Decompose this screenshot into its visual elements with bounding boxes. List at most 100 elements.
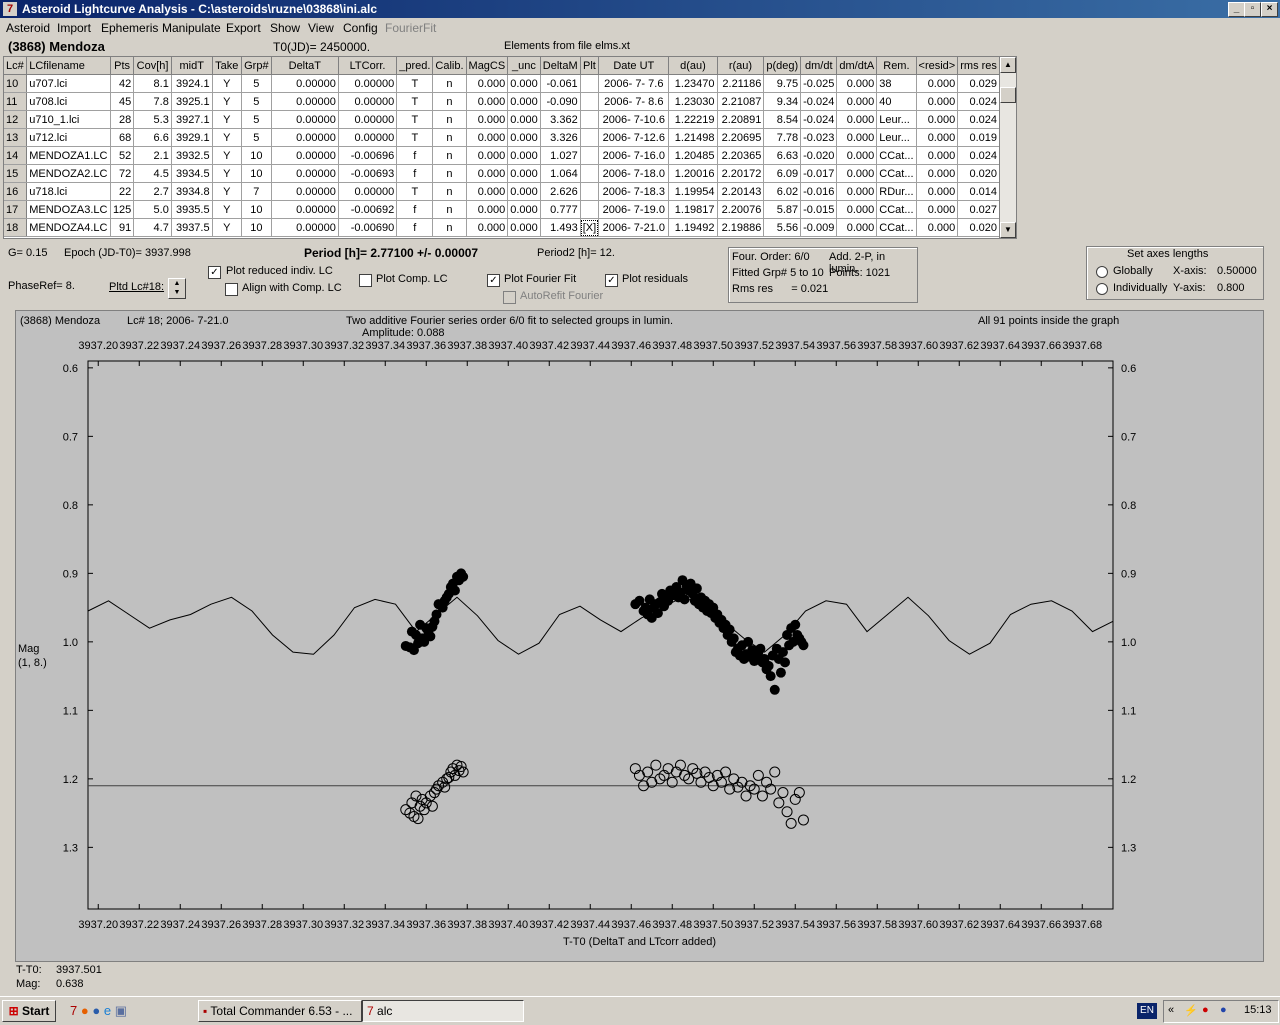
table-cell[interactable]: T	[396, 128, 434, 147]
menu-import[interactable]: Import	[57, 21, 91, 35]
table-cell[interactable]: 10	[241, 218, 272, 237]
tray-expand-icon[interactable]: «	[1168, 1004, 1174, 1016]
column-header[interactable]: DeltaT	[271, 57, 339, 75]
table-cell[interactable]: 91	[110, 218, 135, 237]
table-cell[interactable]: 68	[110, 128, 135, 147]
table-cell[interactable]: Leur...	[876, 110, 917, 129]
table-cell[interactable]: -0.00696	[338, 146, 398, 165]
column-header[interactable]: <resid>	[916, 57, 959, 75]
row-header[interactable]: 17	[4, 200, 28, 219]
table-cell[interactable]: 0.020	[957, 218, 1000, 237]
table-cell[interactable]: -0.020	[800, 146, 838, 165]
column-header[interactable]: rms res	[957, 57, 1000, 75]
table-cell[interactable]: 2006- 7-19.0	[598, 200, 670, 219]
table-cell[interactable]: n	[432, 146, 467, 165]
column-header[interactable]: Lc#	[4, 57, 28, 75]
table-cell[interactable]: -0.009	[800, 218, 838, 237]
column-header[interactable]: LTCorr.	[338, 57, 398, 75]
column-header[interactable]: Date UT	[598, 57, 670, 75]
table-cell[interactable]: 2.20076	[717, 200, 765, 219]
lightcurve-chart[interactable]: 3937.203937.203937.223937.223937.243937.…	[16, 311, 1263, 961]
tray-app-icon[interactable]: ●	[1202, 1004, 1209, 1016]
table-cell[interactable]: f	[396, 218, 434, 237]
table-cell[interactable]: 0.000	[836, 92, 878, 111]
table-row[interactable]: 18 MENDOZA4.LC 91 4.7 3937.5 Y 10 0.00000 -0.006…	[4, 218, 1000, 237]
row-header[interactable]: 13	[4, 128, 28, 147]
row-header[interactable]: 14	[4, 146, 28, 165]
table-cell[interactable]: 0.000	[836, 200, 878, 219]
table-cell[interactable]: 7	[241, 182, 272, 201]
table-cell[interactable]: 0.000	[916, 200, 959, 219]
table-cell[interactable]: MENDOZA2.LC	[26, 164, 111, 183]
table-cell[interactable]: 0.024	[957, 92, 1000, 111]
table-row[interactable]: 11 u708.lci 45 7.8 3925.1 Y 5 0.00000 0.00000 Tn 0…	[4, 92, 1000, 111]
table-cell[interactable]: 0.000	[466, 110, 509, 129]
table-cell[interactable]: 0.00000	[338, 110, 398, 129]
table-cell[interactable]: 0.024	[957, 146, 1000, 165]
table-cell[interactable]: Y	[212, 74, 242, 93]
table-cell[interactable]: 2.21186	[717, 74, 765, 93]
table-cell[interactable]: 0.000	[507, 200, 541, 219]
table-cell[interactable]: 1.23030	[668, 92, 718, 111]
table-cell[interactable]: 2006- 7-21.0	[598, 218, 670, 237]
table-cell[interactable]: 5.3	[133, 110, 172, 129]
table-cell[interactable]	[580, 182, 600, 201]
table-cell[interactable]: MENDOZA4.LC	[26, 218, 111, 237]
language-indicator[interactable]: EN	[1137, 1003, 1157, 1019]
table-row[interactable]: 17 MENDOZA3.LC 125 5.0 3935.5 Y 10 0.00000 -0.00…	[4, 200, 1000, 219]
table-cell[interactable]: 1.23470	[668, 74, 718, 93]
table-cell[interactable]: 2.20143	[717, 182, 765, 201]
table-cell[interactable]: 1.064	[540, 164, 581, 183]
table-cell[interactable]: Y	[212, 128, 242, 147]
table-cell[interactable]: 0.00000	[338, 128, 398, 147]
table-cell[interactable]: 4.7	[133, 218, 172, 237]
table-cell[interactable]: 3.362	[540, 110, 581, 129]
table-cell[interactable]: 5	[241, 110, 272, 129]
table-cell[interactable]: RDur...	[876, 182, 917, 201]
table-cell[interactable]: 5	[241, 92, 272, 111]
table-cell[interactable]: 0.00000	[271, 164, 339, 183]
table-cell[interactable]: 0.000	[836, 218, 878, 237]
table-cell[interactable]: f	[396, 164, 434, 183]
table-cell[interactable]: 3925.1	[171, 92, 213, 111]
table-cell[interactable]: 0.029	[957, 74, 1000, 93]
desktop-icon[interactable]: ▣	[115, 1003, 127, 1018]
table-cell[interactable]: 0.027	[957, 200, 1000, 219]
plot-panel[interactable]: (3868) Mendoza Lc# 18; 2006- 7-21.0 Two …	[15, 310, 1264, 962]
table-cell[interactable]: 3927.1	[171, 110, 213, 129]
table-cell[interactable]: 10	[241, 200, 272, 219]
table-cell[interactable]: 0.00000	[271, 200, 339, 219]
table-cell[interactable]: 0.024	[957, 110, 1000, 129]
table-cell[interactable]: -0.015	[800, 200, 838, 219]
alc-launch-icon[interactable]: 7	[70, 1003, 77, 1018]
table-cell[interactable]: 2006- 7-18.3	[598, 182, 670, 201]
table-cell[interactable]: 0.000	[916, 146, 959, 165]
table-cell[interactable]: u707.lci	[26, 74, 111, 93]
table-cell[interactable]: n	[432, 74, 467, 93]
table-cell[interactable]: 2.626	[540, 182, 581, 201]
table-cell[interactable]: Y	[212, 200, 242, 219]
table-cell[interactable]: T	[396, 74, 434, 93]
column-header[interactable]: MagCS	[466, 57, 509, 75]
table-cell[interactable]: 0.000	[466, 92, 509, 111]
table-cell[interactable]: 0.000	[916, 128, 959, 147]
table-cell[interactable]: MENDOZA1.LC	[26, 146, 111, 165]
table-cell[interactable]: n	[432, 92, 467, 111]
table-cell[interactable]: T	[396, 92, 434, 111]
table-cell[interactable]: 3929.1	[171, 128, 213, 147]
thunderbird-icon[interactable]: ●	[92, 1003, 100, 1018]
table-cell[interactable]: 45	[110, 92, 135, 111]
plot-fourier-checkbox[interactable]: ✓	[487, 274, 500, 287]
table-cell[interactable]: Y	[212, 218, 242, 237]
table-cell[interactable]: 8.1	[133, 74, 172, 93]
table-cell[interactable]: 72	[110, 164, 135, 183]
table-cell[interactable]	[580, 164, 600, 183]
row-header[interactable]: 11	[4, 92, 28, 111]
column-header[interactable]: r(au)	[717, 57, 765, 75]
table-cell[interactable]: CCat...	[876, 146, 917, 165]
table-cell[interactable]: Y	[212, 110, 242, 129]
table-cell[interactable]: T	[396, 182, 434, 201]
table-cell[interactable]: 125	[110, 200, 135, 219]
autorefit-checkbox[interactable]	[503, 291, 516, 304]
table-cell[interactable]: Y	[212, 146, 242, 165]
